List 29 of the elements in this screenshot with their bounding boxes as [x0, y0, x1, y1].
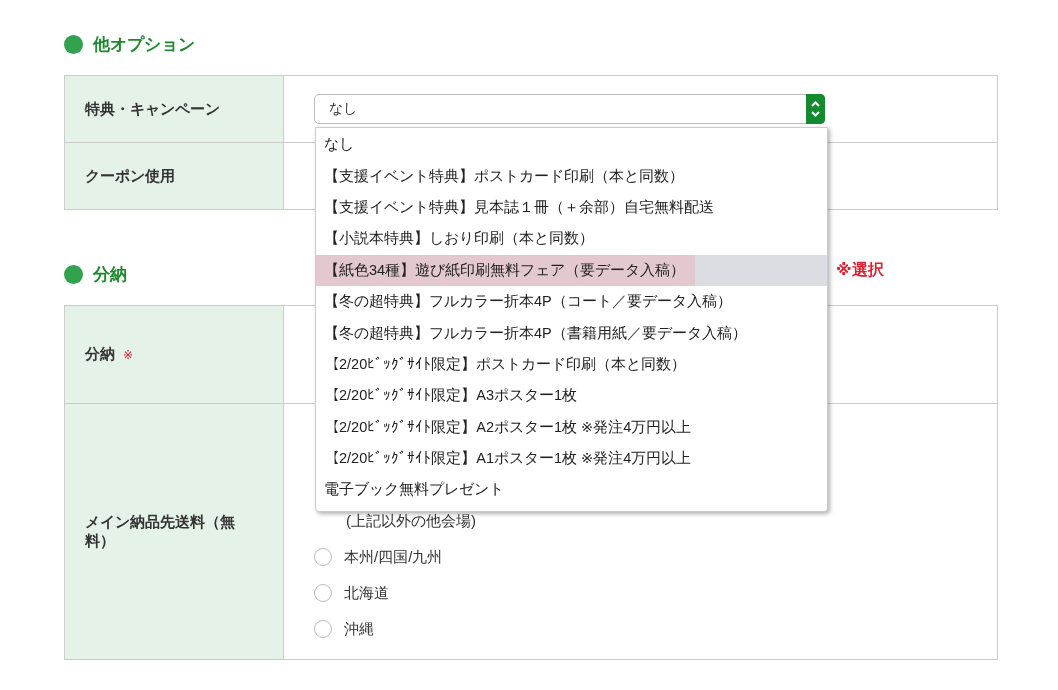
dropdown-option[interactable]: 【紙色34種】遊び紙印刷無料フェア（要データ入稿）: [316, 254, 827, 286]
annotation-text: ※選択: [836, 260, 884, 280]
radio-button[interactable]: [314, 548, 332, 566]
dropdown-option[interactable]: 【2/20ﾋﾞｯｸﾞｻｲﾄ限定】A3ポスター1枚: [316, 380, 827, 412]
radio-label[interactable]: 沖縄: [344, 619, 374, 639]
field-label: 特典・キャンペーン: [85, 99, 220, 117]
required-mark: ※: [123, 348, 134, 362]
section-bullet-icon: [64, 34, 83, 54]
field-label: クーポン使用: [85, 166, 175, 184]
dropdown-option[interactable]: 【2/20ﾋﾞｯｸﾞｻｲﾄ限定】ポストカード印刷（本と同数）: [316, 348, 827, 381]
radio-button[interactable]: [314, 620, 332, 638]
radio-label[interactable]: 北海道: [344, 583, 389, 603]
dropdown-option[interactable]: 【小説本特典】しおり印刷（本と同数）: [316, 223, 827, 255]
radio-button[interactable]: [314, 584, 332, 602]
dropdown-option[interactable]: 【冬の超特典】フルカラー折本4P（書籍用紙／要データ入稿）: [316, 317, 827, 349]
radio-label[interactable]: 本州/四国/九州: [344, 547, 443, 567]
dropdown-option[interactable]: 【支援イベント特典】見本誌１冊（＋余部）自宅無料配送: [316, 191, 827, 224]
dropdown-option[interactable]: なし: [316, 129, 827, 161]
section-bullet-icon: [64, 264, 83, 284]
section-title: 分納: [93, 263, 127, 286]
campaign-select[interactable]: なし: [314, 94, 825, 124]
dropdown-option[interactable]: 【冬の超特典】フルカラー折本4P（コート／要データ入稿）: [316, 285, 827, 318]
dropdown-option[interactable]: 【2/20ﾋﾞｯｸﾞｻｲﾄ限定】A1ポスター1枚 ※発注4万円以上: [316, 442, 827, 475]
field-label: メイン納品先送料（無料）: [85, 512, 235, 549]
option-note: (上記以外の他会場): [345, 511, 477, 531]
dropdown-option[interactable]: 電子ブック無料プレゼント: [316, 474, 827, 506]
section-title: 他オプション: [93, 33, 195, 56]
field-label: 分納: [85, 345, 115, 362]
dropdown-option[interactable]: 【2/20ﾋﾞｯｸﾞｻｲﾄ限定】A2ポスター1枚 ※発注4万円以上: [316, 411, 827, 443]
